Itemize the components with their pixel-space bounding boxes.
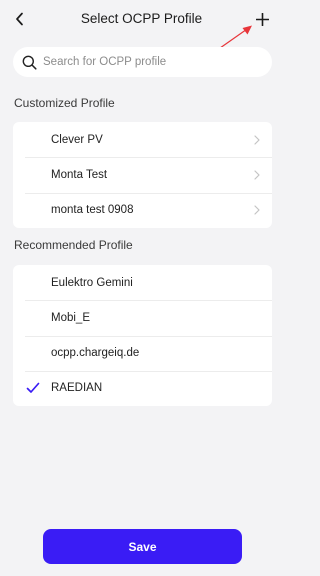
- list-item[interactable]: Monta Test: [13, 157, 272, 192]
- checkmark-icon: [26, 383, 40, 394]
- list-item-selected[interactable]: RAEDIAN: [13, 370, 272, 406]
- search-input[interactable]: [43, 56, 243, 68]
- list-item-label: RAEDIAN: [51, 382, 103, 395]
- search-icon: [22, 55, 37, 70]
- list-item[interactable]: Clever PV: [13, 122, 272, 157]
- recommended-profile-title: Recommended Profile: [14, 238, 133, 252]
- list-item-label: Mobi_E: [51, 311, 90, 324]
- customized-profile-title: Customized Profile: [14, 96, 115, 110]
- plus-icon: [255, 12, 269, 26]
- chevron-right-icon: [254, 135, 260, 145]
- customized-profile-list: Clever PV Monta Test monta test 0908: [13, 122, 272, 228]
- list-item[interactable]: Eulektro Gemini: [13, 265, 272, 300]
- list-item[interactable]: ocpp.chargeiq.de: [13, 335, 272, 371]
- chevron-right-icon: [254, 170, 260, 180]
- header: Select OCPP Profile: [0, 0, 283, 40]
- list-item[interactable]: Mobi_E: [13, 300, 272, 335]
- list-item[interactable]: monta test 0908: [13, 192, 272, 228]
- search-bar[interactable]: [13, 47, 272, 77]
- select-ocpp-profile-screen: Select OCPP Profile Customized Profile C…: [0, 0, 283, 576]
- chevron-right-icon: [254, 205, 260, 215]
- recommended-profile-list: Eulektro Gemini Mobi_E ocpp.chargeiq.de …: [13, 265, 272, 406]
- list-item-label: monta test 0908: [51, 204, 134, 217]
- page-title: Select OCPP Profile: [80, 11, 203, 26]
- list-item-label: Clever PV: [51, 133, 103, 146]
- list-item-label: ocpp.chargeiq.de: [51, 347, 140, 360]
- save-button[interactable]: Save: [43, 529, 242, 564]
- add-profile-button[interactable]: [252, 8, 272, 30]
- list-item-label: Monta Test: [51, 168, 108, 181]
- list-item-label: Eulektro Gemini: [51, 276, 133, 289]
